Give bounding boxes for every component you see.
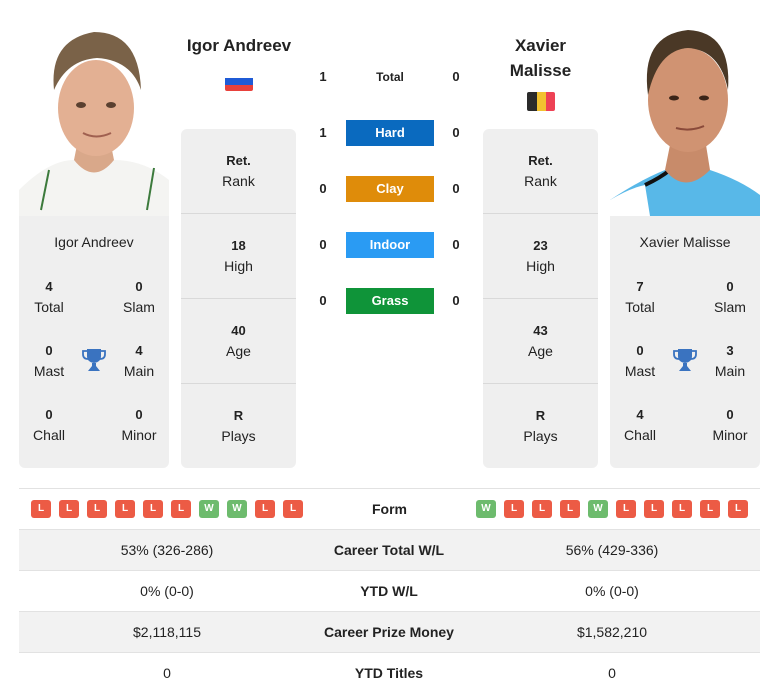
divider (181, 213, 296, 214)
ytd-titles-left: 0 (163, 665, 171, 681)
h2h-clay-left: 0 (319, 181, 327, 196)
stat-total-left: 4 Total (34, 279, 64, 315)
h2h-hard-left: 1 (319, 125, 327, 140)
h2h-grass-right: 0 (452, 293, 460, 308)
plays-cell-right: R Plays (523, 408, 558, 444)
form-loss-badge[interactable]: L (504, 500, 524, 518)
form-win-badge[interactable]: W (476, 500, 496, 518)
form-win-badge[interactable]: W (588, 500, 608, 518)
rank-cell-right: Ret. Rank (524, 153, 557, 189)
plays-cell-left: R Plays (221, 408, 256, 444)
table-row: 0% (0-0) YTD W/L 0% (0-0) (19, 571, 760, 612)
rank-cell-left: Ret. Rank (222, 153, 255, 189)
trophy-icon (672, 347, 698, 373)
ytd-wl-label: YTD W/L (360, 583, 418, 599)
player-photo-right (610, 20, 760, 216)
ytd-wl-right: 0% (0-0) (585, 583, 639, 599)
ytd-titles-right: 0 (608, 665, 616, 681)
form-badges-right: WLLLWLLLLL (476, 500, 748, 518)
h2h-total-row: 1 Total 0 (300, 64, 480, 90)
ytd-titles-label: YTD Titles (354, 665, 424, 681)
stat-minor-left: 0 Minor (121, 407, 157, 443)
prize-money-left: $2,118,115 (133, 624, 201, 640)
rank-column-left: Ret. Rank 18 High 40 Age R Plays (181, 129, 296, 468)
career-wl-label: Career Total W/L (333, 542, 445, 558)
h2h-clay-row: 0 Clay 0 (300, 176, 480, 202)
form-row: LLLLLLWWLL Form WLLLWLLLLL (19, 489, 760, 529)
table-row: 0 YTD Titles 0 (19, 653, 760, 694)
form-loss-badge[interactable]: L (560, 500, 580, 518)
divider (483, 213, 598, 214)
ytd-wl-left: 0% (0-0) (140, 583, 194, 599)
h2h-indoor-right: 0 (452, 237, 460, 252)
form-loss-badge[interactable]: L (644, 500, 664, 518)
table-row: $2,118,115 Career Prize Money $1,582,210 (19, 612, 760, 653)
stat-total-right: 7 Total (625, 279, 655, 315)
player-name-right[interactable]: Xavier Malisse (488, 33, 593, 83)
form-loss-badge[interactable]: L (700, 500, 720, 518)
divider (483, 383, 598, 384)
surface-indoor-badge[interactable]: Indoor (346, 232, 434, 258)
card-player-name-left[interactable]: Igor Andreev (19, 234, 169, 250)
titles-card-right: Xavier Malisse 7 Total 0 Slam 0 Mast 3 M… (610, 216, 760, 468)
stat-slam-right: 0 Slam (714, 279, 746, 315)
stat-mast-left: 0 Mast (33, 343, 65, 379)
high-cell-left: 18 High (224, 238, 253, 274)
belgium-flag-icon (527, 92, 555, 111)
h2h-clay-right: 0 (452, 181, 460, 196)
form-loss-badge[interactable]: L (616, 500, 636, 518)
h2h-grass-row: 0 Grass 0 (300, 288, 480, 314)
h2h-hard-right: 0 (452, 125, 460, 140)
h2h-total-label: Total (376, 70, 404, 84)
surface-grass-badge[interactable]: Grass (346, 288, 434, 314)
player-photo-left (19, 20, 169, 216)
stat-slam-left: 0 Slam (123, 279, 155, 315)
stat-main-right: 3 Main (714, 343, 746, 379)
h2h-total-left: 1 (319, 69, 327, 84)
divider (181, 298, 296, 299)
career-wl-right: 56% (429-336) (565, 542, 659, 558)
table-row: 53% (326-286) Career Total W/L 56% (429-… (19, 530, 760, 571)
stat-chall-left: 0 Chall (33, 407, 65, 443)
age-cell-left: 40 Age (226, 323, 251, 359)
player-name-left[interactable]: Igor Andreev (170, 33, 308, 58)
rank-column-right: Ret. Rank 23 High 43 Age R Plays (483, 129, 598, 468)
prize-money-label: Career Prize Money (324, 624, 454, 640)
stat-chall-right: 4 Chall (624, 407, 656, 443)
h2h-indoor-row: 0 Indoor 0 (300, 232, 480, 258)
prize-money-right: $1,582,210 (576, 624, 648, 640)
card-player-name-right[interactable]: Xavier Malisse (610, 234, 760, 250)
divider (483, 298, 598, 299)
surface-hard-badge[interactable]: Hard (346, 120, 434, 146)
surface-clay-badge[interactable]: Clay (346, 176, 434, 202)
titles-card-left: Igor Andreev 4 Total 0 Slam 0 Mast 4 Mai… (19, 216, 169, 468)
h2h-grass-left: 0 (319, 293, 327, 308)
stat-main-left: 4 Main (123, 343, 155, 379)
form-loss-badge[interactable]: L (532, 500, 552, 518)
age-cell-right: 43 Age (528, 323, 553, 359)
stat-minor-right: 0 Minor (712, 407, 748, 443)
trophy-icon (81, 347, 107, 373)
career-wl-left: 53% (326-286) (120, 542, 214, 558)
form-loss-badge[interactable]: L (728, 500, 748, 518)
high-cell-right: 23 High (526, 238, 555, 274)
divider (181, 383, 296, 384)
russia-flag-icon (225, 72, 253, 91)
h2h-total-right: 0 (452, 69, 460, 84)
h2h-hard-row: 1 Hard 0 (300, 120, 480, 146)
h2h-indoor-left: 0 (319, 237, 327, 252)
stat-mast-right: 0 Mast (624, 343, 656, 379)
form-loss-badge[interactable]: L (672, 500, 692, 518)
